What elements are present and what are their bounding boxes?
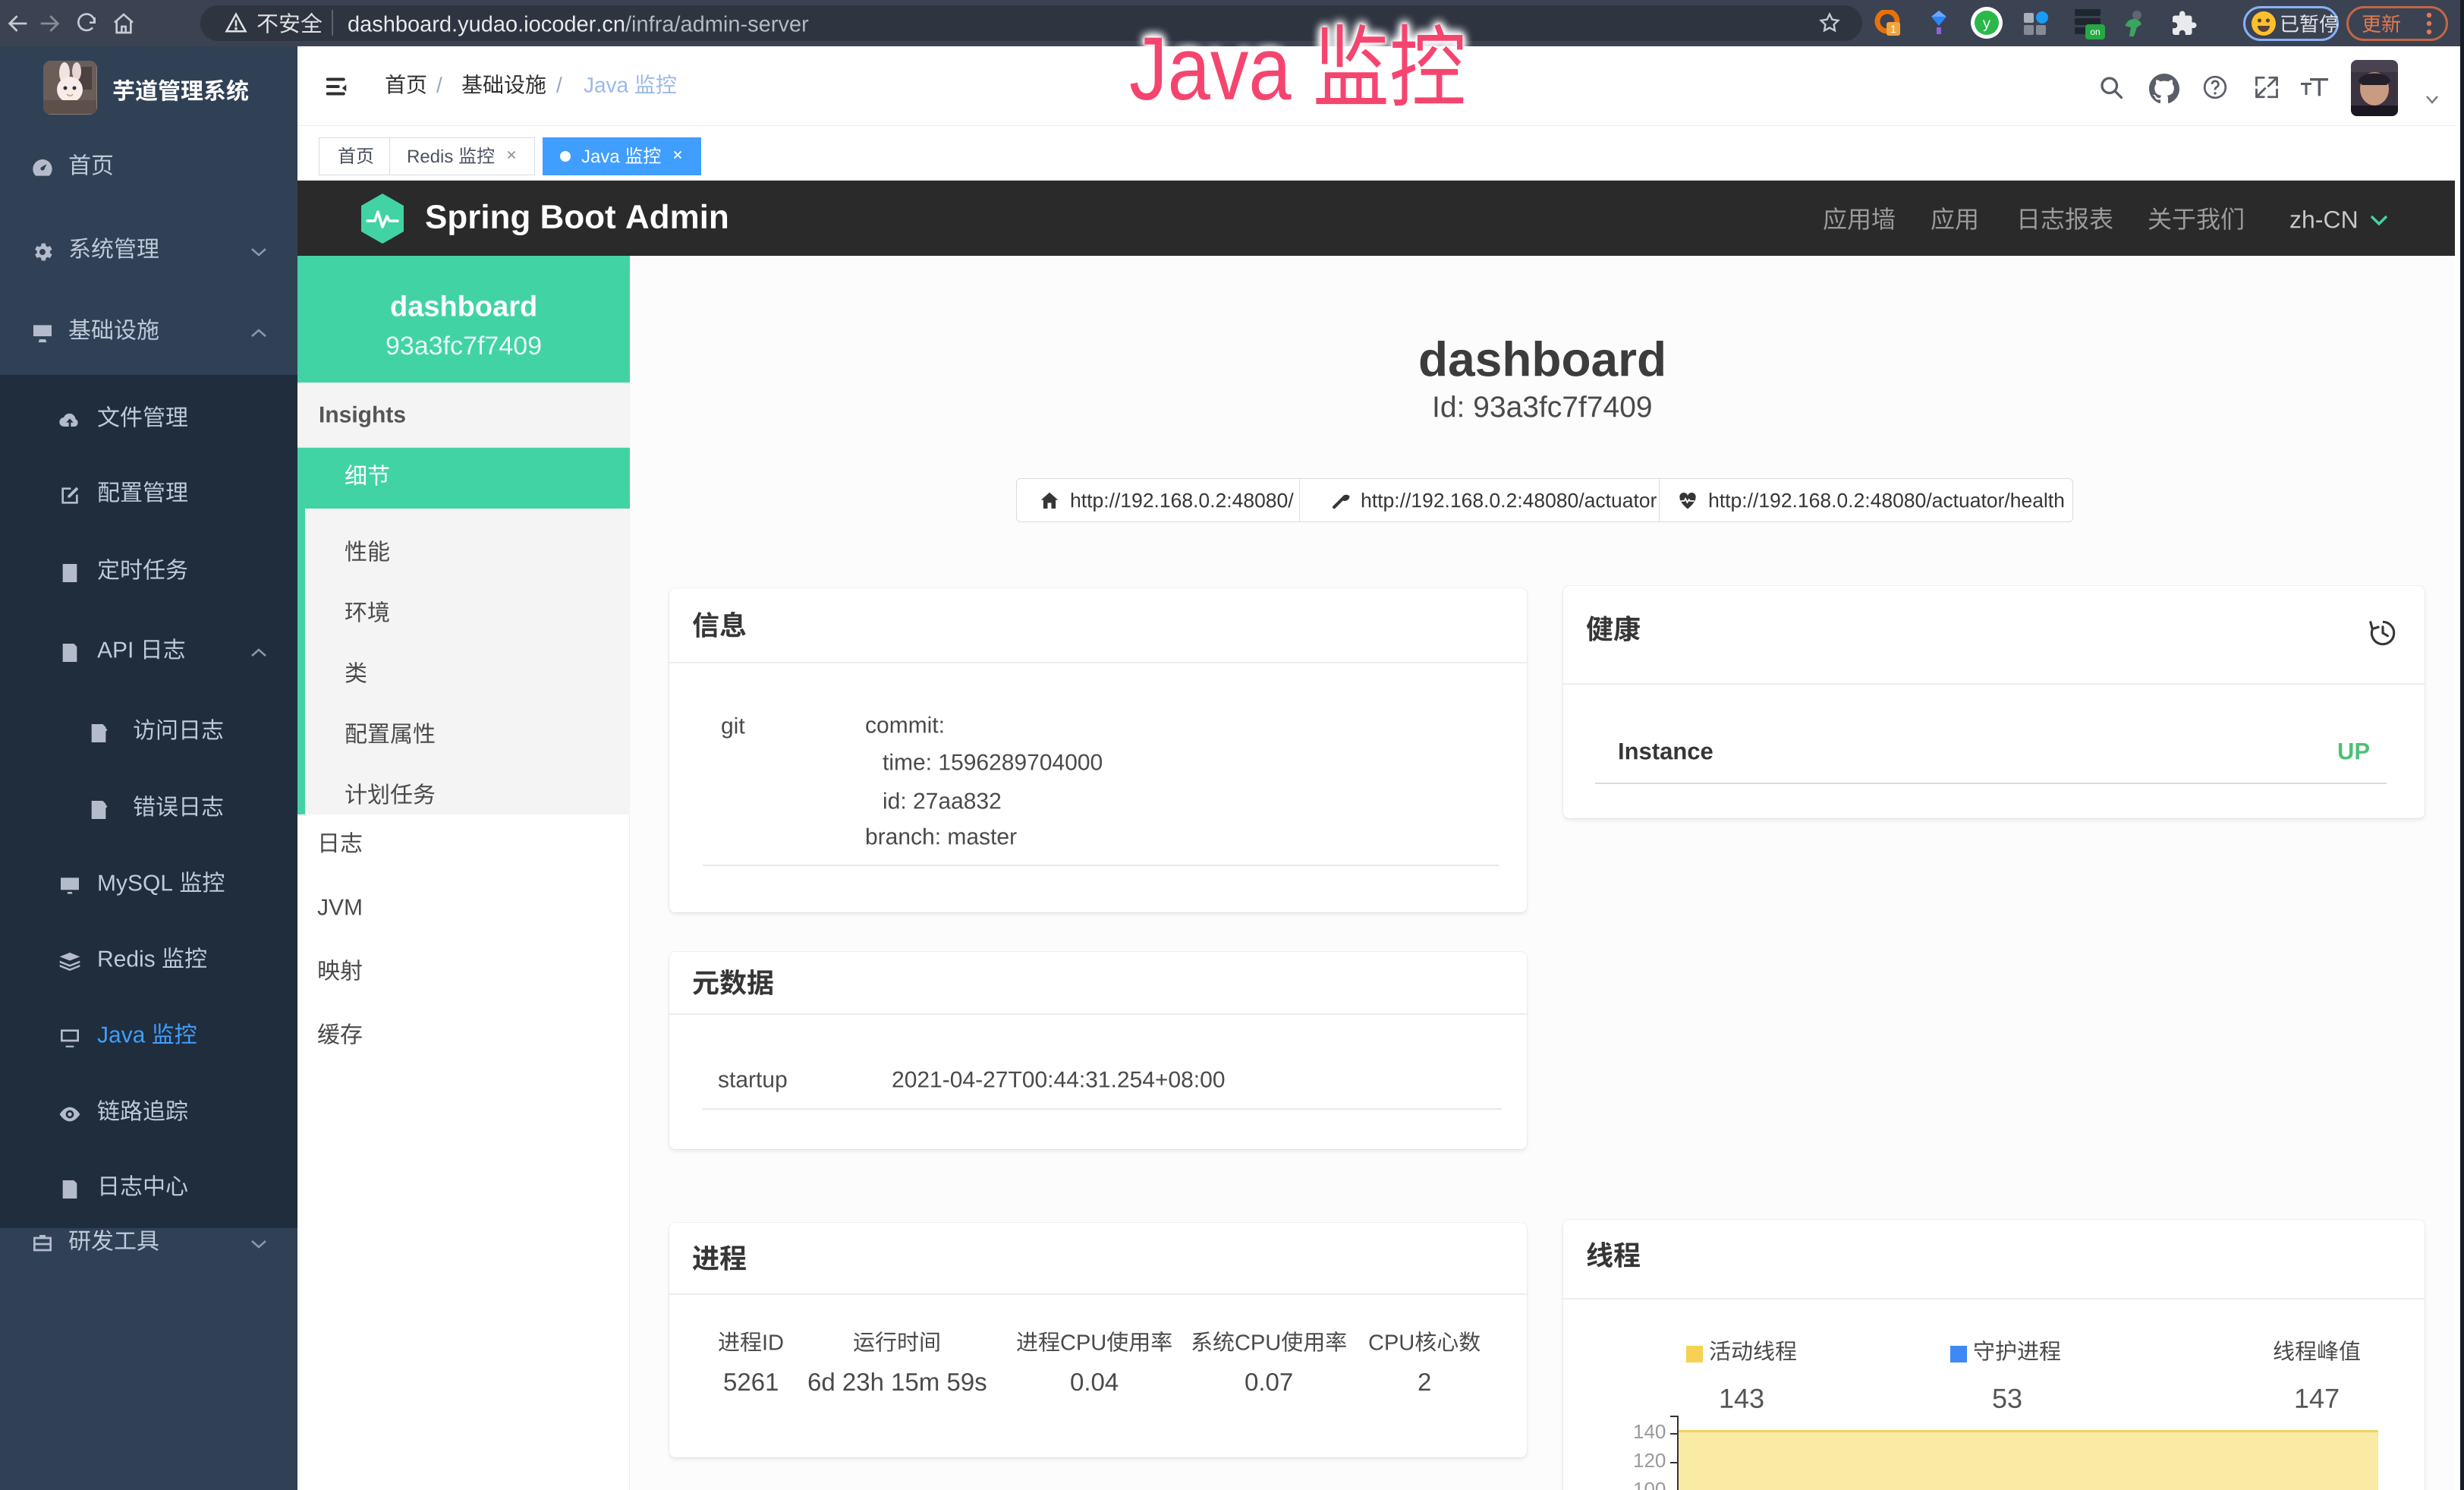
svg-text:y: y xyxy=(1982,16,1990,33)
svg-text:1: 1 xyxy=(1890,23,1896,35)
svg-text:on: on xyxy=(2090,27,2100,37)
